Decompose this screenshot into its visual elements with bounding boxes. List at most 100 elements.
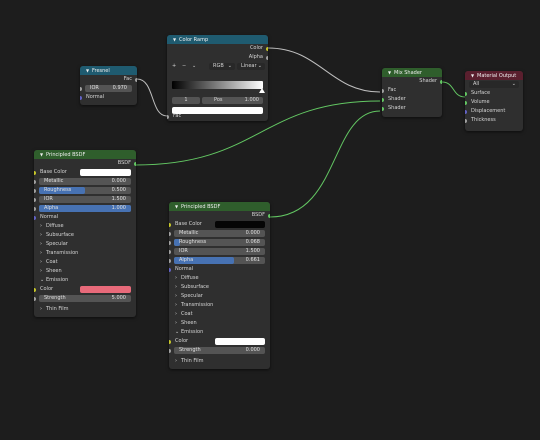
fresnel-header[interactable]: ▼ Fresnel <box>80 66 137 75</box>
fresnel-ior-field[interactable]: IOR 0.970 <box>85 85 132 92</box>
panel-coat[interactable]: › Coat <box>34 258 136 267</box>
normal-row: Normal <box>34 213 136 222</box>
alpha-row: Alpha 0.661 <box>169 256 270 265</box>
bsdf-header[interactable]: ▼ Principled BSDF <box>169 202 270 211</box>
stop-index-field[interactable]: 1 <box>172 97 200 104</box>
emission-color-swatch[interactable] <box>215 338 265 345</box>
color-ramp-gradient[interactable] <box>172 81 263 89</box>
socket-in-displacement[interactable] <box>465 109 467 114</box>
target-row: All ⌄ <box>465 80 523 89</box>
socket-out-bsdf[interactable] <box>268 213 270 218</box>
socket-in-strength[interactable] <box>34 296 36 301</box>
socket-in-normal[interactable] <box>169 267 171 272</box>
socket-in-emission-color[interactable] <box>34 287 36 292</box>
socket-in-base-color[interactable] <box>34 170 36 175</box>
mix-in-fac: Fac <box>382 86 442 95</box>
socket-in-ior[interactable] <box>80 86 82 91</box>
socket-in-surface[interactable] <box>465 91 467 96</box>
alpha-field[interactable]: Alpha 0.661 <box>174 257 265 264</box>
bsdf-out: BSDF <box>34 159 136 168</box>
socket-out-bsdf[interactable] <box>134 161 136 166</box>
socket-in-metallic[interactable] <box>34 179 36 184</box>
roughness-field[interactable]: Roughness 0.500 <box>39 187 131 194</box>
socket-in-fac[interactable] <box>167 114 169 119</box>
socket-in-normal[interactable] <box>80 95 82 100</box>
metallic-field[interactable]: Metallic 0.000 <box>174 230 265 237</box>
alpha-field[interactable]: Alpha 1.000 <box>39 205 131 212</box>
panel-coat[interactable]: › Coat <box>169 310 270 319</box>
link-mix-to-output[interactable] <box>441 81 466 98</box>
socket-in-volume[interactable] <box>465 100 467 105</box>
color-ramp-header[interactable]: ▼ Color Ramp <box>167 35 268 44</box>
socket-out-color[interactable] <box>266 46 268 51</box>
socket-in-roughness[interactable] <box>169 240 171 245</box>
interpolation-dropdown[interactable]: Linear ⌄ <box>237 63 265 70</box>
principled-bsdf-node-1[interactable]: ▼ Principled BSDF BSDF Base Color Metalli… <box>34 150 136 317</box>
ramp-stop-row: 1 Pos 1.000 <box>172 97 263 105</box>
base-color-row: Base Color <box>34 168 136 177</box>
material-output-header[interactable]: ▼ Material Output <box>465 71 523 80</box>
socket-in-normal[interactable] <box>34 215 36 220</box>
socket-in-shader[interactable] <box>382 97 384 102</box>
panel-sheen[interactable]: › Sheen <box>169 319 270 328</box>
chevron-down-icon: ⌄ <box>511 81 516 87</box>
remove-stop-button[interactable]: − <box>182 62 186 71</box>
panel-subsurface[interactable]: › Subsurface <box>34 231 136 240</box>
fresnel-node[interactable]: ▼ Fresnel Fac IOR 0.970 Normal <box>80 66 137 105</box>
panel-transmission[interactable]: › Transmission <box>169 301 270 310</box>
panel-subsurface[interactable]: › Subsurface <box>169 283 270 292</box>
mix-shader-header[interactable]: ▼ Mix Shader <box>382 68 442 77</box>
roughness-row: Roughness 0.068 <box>169 238 270 247</box>
strength-field[interactable]: Strength 5.000 <box>39 295 131 302</box>
socket-in-alpha[interactable] <box>169 258 171 263</box>
panel-specular[interactable]: › Specular <box>34 240 136 249</box>
bsdf-header[interactable]: ▼ Principled BSDF <box>34 150 136 159</box>
panel-emission[interactable]: ⌄ Emission <box>169 328 270 337</box>
strength-row: Strength 0.000 <box>169 346 270 355</box>
panel-sheen[interactable]: › Sheen <box>34 267 136 276</box>
panel-diffuse[interactable]: › Diffuse <box>169 274 270 283</box>
ramp-menu-button[interactable]: ⌄ <box>192 62 196 71</box>
base-color-swatch[interactable] <box>215 221 265 228</box>
link-fresnel-to-rampfac[interactable] <box>136 78 168 117</box>
panel-thin-film[interactable]: › Thin Film <box>169 357 270 366</box>
socket-out-fac[interactable] <box>135 77 137 82</box>
socket-in-shader[interactable] <box>382 106 384 111</box>
emission-color-swatch[interactable] <box>80 286 131 293</box>
socket-out-shader[interactable] <box>440 79 442 84</box>
socket-in-thickness[interactable] <box>465 118 467 123</box>
panel-specular[interactable]: › Specular <box>169 292 270 301</box>
socket-in-ior[interactable] <box>34 197 36 202</box>
socket-in-base-color[interactable] <box>169 222 171 227</box>
alpha-row: Alpha 1.000 <box>34 204 136 213</box>
base-color-swatch[interactable] <box>80 169 131 176</box>
panel-diffuse[interactable]: › Diffuse <box>34 222 136 231</box>
socket-in-fac[interactable] <box>382 88 384 93</box>
ior-field[interactable]: IOR 1.500 <box>39 196 131 203</box>
target-dropdown[interactable]: All ⌄ <box>469 81 519 88</box>
socket-in-ior[interactable] <box>169 249 171 254</box>
add-stop-button[interactable]: + <box>172 62 176 71</box>
ramp-stop-handle[interactable] <box>259 88 265 93</box>
panel-emission[interactable]: ⌄ Emission <box>34 276 136 285</box>
material-output-node[interactable]: ▼ Material Output All ⌄ Surface Volume Dis… <box>465 71 523 131</box>
principled-bsdf-node-2[interactable]: ▼ Principled BSDF BSDF Base Color Metalli… <box>169 202 270 369</box>
socket-out-alpha[interactable] <box>266 55 268 60</box>
stop-pos-field[interactable]: Pos 1.000 <box>202 97 263 104</box>
roughness-field[interactable]: Roughness 0.068 <box>174 239 265 246</box>
socket-in-alpha[interactable] <box>34 206 36 211</box>
socket-in-emission-color[interactable] <box>169 339 171 344</box>
panel-thin-film[interactable]: › Thin Film <box>34 305 136 314</box>
color-mode-dropdown[interactable]: RGB ⌄ <box>209 63 235 70</box>
metallic-field[interactable]: Metallic 0.000 <box>39 178 131 185</box>
socket-in-strength[interactable] <box>169 348 171 353</box>
link-bsdf2-to-mixshader[interactable] <box>269 110 381 218</box>
strength-field[interactable]: Strength 0.000 <box>174 347 265 354</box>
socket-in-metallic[interactable] <box>169 231 171 236</box>
mix-shader-node[interactable]: ▼ Mix Shader Shader Fac Shader Shader <box>382 68 442 117</box>
socket-in-roughness[interactable] <box>34 188 36 193</box>
color-ramp-node[interactable]: ▼ Color Ramp Color Alpha + − ⌄ RGB ⌄ Linea… <box>167 35 268 121</box>
ior-field[interactable]: IOR 1.500 <box>174 248 265 255</box>
link-color-to-mixfac[interactable] <box>267 47 381 93</box>
panel-transmission[interactable]: › Transmission <box>34 249 136 258</box>
